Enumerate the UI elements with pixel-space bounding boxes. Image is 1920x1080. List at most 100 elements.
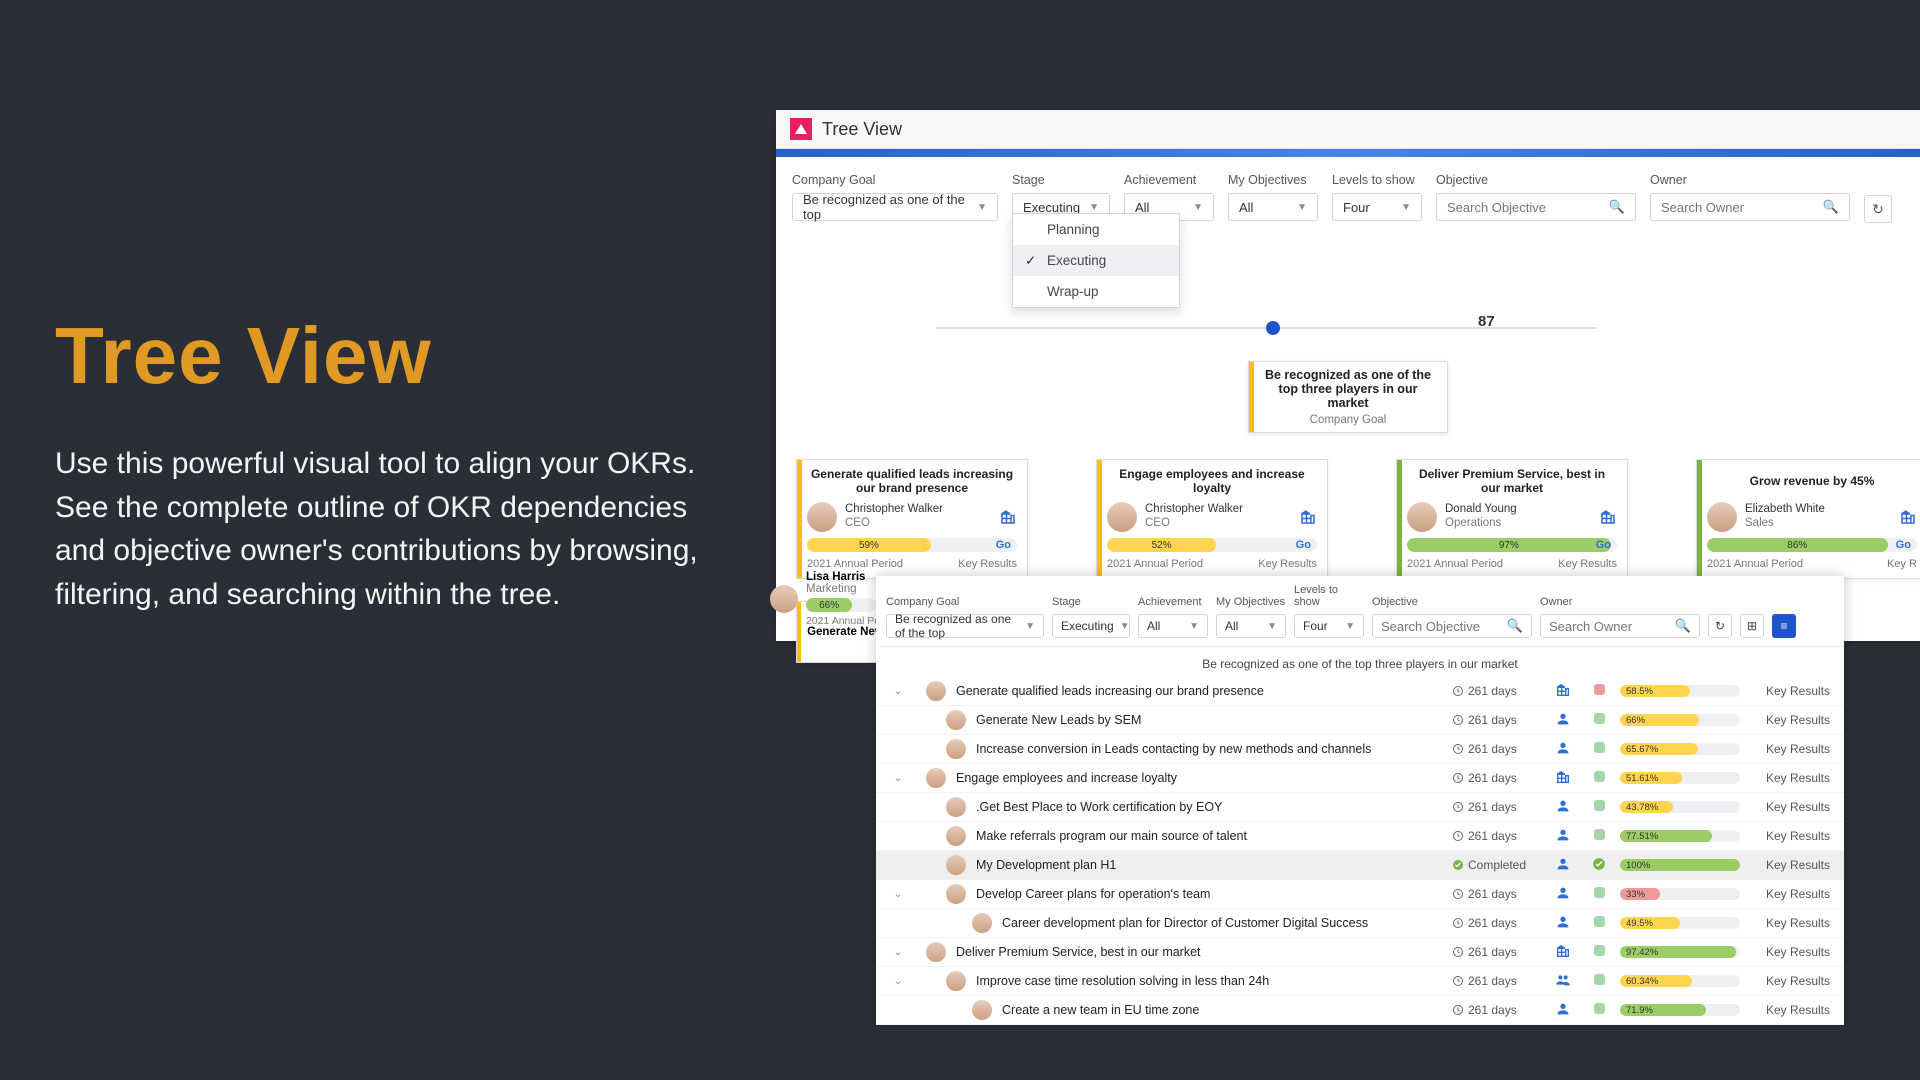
tree-view-toggle[interactable]: ⊞	[1740, 614, 1764, 638]
key-results-link[interactable]: Key Results	[1750, 945, 1830, 959]
building-icon	[1599, 508, 1617, 526]
objective-row[interactable]: ⌄ Generate qualified leads increasing ou…	[876, 677, 1844, 706]
side-owner-period: 2021 Annual Pe	[806, 615, 880, 627]
objective-row[interactable]: ⌄ Deliver Premium Service, best in our m…	[876, 938, 1844, 967]
objective-row[interactable]: Create a new team in EU time zone 261 da…	[876, 996, 1844, 1025]
stage-option-wrapup[interactable]: Wrap-up	[1013, 276, 1179, 307]
objective-row[interactable]: Make referrals program our main source o…	[876, 822, 1844, 851]
row-title: Develop Career plans for operation's tea…	[976, 887, 1442, 901]
my-objectives-label: My Objectives	[1228, 173, 1318, 187]
company-goal-select[interactable]: Be recognized as one of the top▼	[792, 193, 998, 221]
expand-icon[interactable]: ⌄	[890, 686, 906, 697]
achievement-select-2[interactable]: All▼	[1138, 614, 1208, 638]
key-results-link[interactable]: Key Results	[1750, 916, 1830, 930]
objective-row[interactable]: Increase conversion in Leads contacting …	[876, 735, 1844, 764]
objective-card[interactable]: Engage employees and increase loyalty Ch…	[1096, 459, 1328, 579]
objective-search[interactable]: 🔍	[1436, 193, 1636, 221]
stage-option-planning[interactable]: Planning	[1013, 214, 1179, 245]
progress-bar: 97.42%	[1620, 946, 1740, 958]
root-goal-card[interactable]: Be recognized as one of the top three pl…	[1248, 361, 1448, 433]
titlebar: Tree View	[776, 110, 1920, 149]
stage-option-executing[interactable]: Executing	[1013, 245, 1179, 276]
refresh-button[interactable]: ↻	[1864, 195, 1892, 223]
go-link[interactable]: Go	[1596, 538, 1611, 552]
slider-handle[interactable]	[1266, 321, 1280, 335]
levels-select[interactable]: Four▼	[1332, 193, 1422, 221]
key-results-link[interactable]: Key Results	[1750, 858, 1830, 872]
row-days: Completed	[1452, 858, 1538, 872]
refresh-button-2[interactable]: ↻	[1708, 614, 1732, 638]
go-link[interactable]: Go	[996, 538, 1011, 552]
row-days: 261 days	[1452, 742, 1538, 756]
status-dot	[1588, 713, 1610, 727]
ribbon	[776, 149, 1920, 157]
card-title: Grow revenue by 45%	[1707, 466, 1917, 496]
key-results-link[interactable]: Key Results	[1750, 1003, 1830, 1017]
key-results-link[interactable]: Key Results	[1750, 713, 1830, 727]
card-keyresults[interactable]: Key R	[1887, 558, 1917, 570]
owner-label: Owner	[1650, 173, 1850, 187]
owner-input[interactable]	[1661, 200, 1819, 215]
row-title: Improve case time resolution solving in …	[976, 974, 1442, 988]
levels-label: Levels to show	[1332, 173, 1422, 187]
objective-row[interactable]: ⌄ Engage employees and increase loyalty …	[876, 764, 1844, 793]
my-objectives-select-2[interactable]: All▼	[1216, 614, 1286, 638]
progress-bar: 33%	[1620, 888, 1740, 900]
objective-card[interactable]: Deliver Premium Service, best in our mar…	[1396, 459, 1628, 579]
card-period: 2021 Annual Period	[807, 558, 903, 570]
owner-search-2[interactable]: 🔍	[1540, 614, 1700, 638]
root-goal-subtitle: Company Goal	[1259, 414, 1437, 426]
side-owner-role: Marketing	[806, 583, 880, 595]
company-goal-select-2[interactable]: Be recognized as one of the top▼	[886, 614, 1044, 638]
objective-card[interactable]: Grow revenue by 45% Elizabeth WhiteSales…	[1696, 459, 1920, 579]
objective-search-2[interactable]: 🔍	[1372, 614, 1532, 638]
levels-select-2[interactable]: Four▼	[1294, 614, 1364, 638]
card-role: Sales	[1745, 517, 1891, 531]
expand-icon[interactable]: ⌄	[890, 976, 906, 987]
key-results-link[interactable]: Key Results	[1750, 887, 1830, 901]
key-results-link[interactable]: Key Results	[1750, 684, 1830, 698]
list-view-toggle[interactable]: ≡	[1772, 614, 1796, 638]
company-goal-label: Company Goal	[792, 173, 998, 187]
chevron-down-icon: ▼	[1089, 202, 1099, 213]
objective-row[interactable]: Generate New Leads by SEM 261 days 66% K…	[876, 706, 1844, 735]
row-title: Create a new team in EU time zone	[1002, 1003, 1442, 1017]
status-dot	[1588, 974, 1610, 988]
chevron-down-icon: ▼	[1401, 202, 1411, 213]
go-link[interactable]: Go	[1896, 538, 1911, 552]
person-icon	[1548, 856, 1578, 875]
search-icon: 🔍	[1823, 199, 1839, 215]
key-results-link[interactable]: Key Results	[1750, 742, 1830, 756]
my-objectives-select[interactable]: All▼	[1228, 193, 1318, 221]
card-keyresults[interactable]: Key Results	[958, 558, 1017, 570]
key-results-link[interactable]: Key Results	[1750, 829, 1830, 843]
stage-dropdown: Planning Executing Wrap-up	[1012, 213, 1180, 308]
card-keyresults[interactable]: Key Results	[1558, 558, 1617, 570]
go-link[interactable]: Go	[1296, 538, 1311, 552]
row-days: 261 days	[1452, 800, 1538, 814]
card-keyresults[interactable]: Key Results	[1258, 558, 1317, 570]
expand-icon[interactable]: ⌄	[890, 947, 906, 958]
objective-row[interactable]: My Development plan H1 Completed 100% Ke…	[876, 851, 1844, 880]
objective-row[interactable]: ⌄ Improve case time resolution solving i…	[876, 967, 1844, 996]
filters-bar-2: Company Goal Be recognized as one of the…	[876, 576, 1844, 646]
objective-label: Objective	[1436, 173, 1636, 187]
progress-bar: 71.9%	[1620, 1004, 1740, 1016]
side-owner-name: Lisa Harris	[806, 571, 880, 583]
row-days: 261 days	[1452, 684, 1538, 698]
objective-card[interactable]: Generate qualified leads increasing our …	[796, 459, 1028, 579]
card-title: Deliver Premium Service, best in our mar…	[1407, 466, 1617, 496]
key-results-link[interactable]: Key Results	[1750, 771, 1830, 785]
expand-icon[interactable]: ⌄	[890, 889, 906, 900]
expand-icon[interactable]: ⌄	[890, 773, 906, 784]
objective-row[interactable]: .Get Best Place to Work certification by…	[876, 793, 1844, 822]
stage-select-2[interactable]: Executing▼	[1052, 614, 1130, 638]
key-results-link[interactable]: Key Results	[1750, 974, 1830, 988]
key-results-link[interactable]: Key Results	[1750, 800, 1830, 814]
owner-search[interactable]: 🔍	[1650, 193, 1850, 221]
objective-row[interactable]: ⌄ Develop Career plans for operation's t…	[876, 880, 1844, 909]
objective-input[interactable]	[1447, 200, 1605, 215]
person-icon	[1548, 827, 1578, 846]
objective-row[interactable]: Career development plan for Director of …	[876, 909, 1844, 938]
progress-bar: 100%	[1620, 859, 1740, 871]
